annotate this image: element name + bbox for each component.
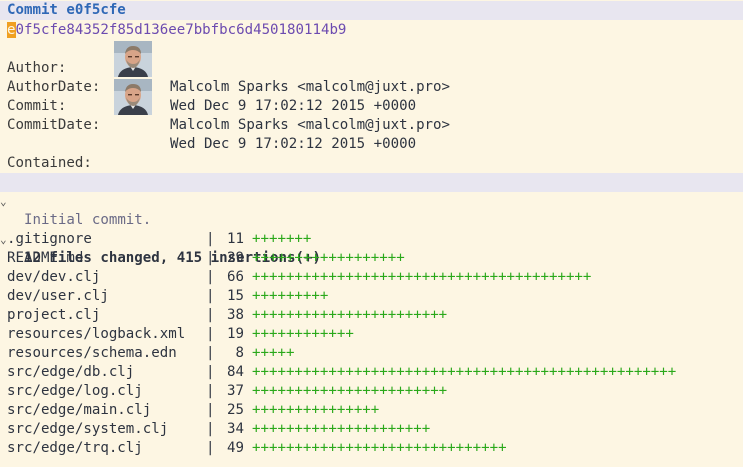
file-name: project.clj xyxy=(7,307,101,323)
file-name: src/edge/db.clj xyxy=(7,364,135,380)
separator: | xyxy=(206,402,215,418)
commit-hash-rest: 0f5cfe84352f85d136ee7bbfbc6d450180114b9 xyxy=(15,22,347,38)
insertion-count: 19 xyxy=(227,326,244,342)
committer-row: Commit: Malcolm Sparks <malcolm@juxt.pro… xyxy=(0,78,743,133)
diffstat-row[interactable]: src/edge/system.clj | 34 ++++++++++++++++++… xyxy=(0,420,743,439)
separator: | xyxy=(206,326,215,342)
insertion-bar: ++++++++++++ xyxy=(252,326,354,342)
separator: | xyxy=(206,288,215,304)
chevron-down-icon[interactable]: ⌄ xyxy=(0,192,7,211)
author-date-row: AuthorDate: Wed Dec 9 17:02:12 2015 +000… xyxy=(0,59,743,114)
commit-date-label: CommitDate: xyxy=(7,117,101,133)
file-name: dev/user.clj xyxy=(7,288,109,304)
diffstat-row[interactable]: src/edge/main.clj | 25 +++++++++++++++ xyxy=(0,401,743,420)
insertion-bar: +++++++++++++++++++++++ xyxy=(252,307,448,323)
diffstat-summary-row[interactable]: ⌄ 12 files changed, 415 insertions(+) xyxy=(0,211,743,266)
insertion-bar: ++++++++++++++++++++++++++++++++++++++++ xyxy=(252,269,592,285)
separator: | xyxy=(206,269,215,285)
separator: | xyxy=(206,307,215,323)
diffstat-row[interactable]: src/edge/log.clj | 37 +++++++++++++++++++++… xyxy=(0,382,743,401)
diffstat-row[interactable]: .gitignore | 11 +++++++ xyxy=(0,230,743,249)
file-name: resources/logback.xml xyxy=(7,326,186,342)
insertion-bar: +++++++++ xyxy=(252,288,329,304)
commit-date-row: CommitDate: Wed Dec 9 17:02:12 2015 +000… xyxy=(0,97,743,152)
separator: | xyxy=(206,231,215,247)
insertion-bar: ++++++++++++++++++ xyxy=(252,250,405,266)
insertion-bar: +++++++ xyxy=(252,231,312,247)
insertion-bar: +++++++++++++++ xyxy=(252,402,380,418)
diffstat-row[interactable]: dev/user.clj | 15 +++++++++ xyxy=(0,287,743,306)
diffstat-row[interactable]: src/edge/trq.clj | 49 +++++++++++++++++++++… xyxy=(0,439,743,458)
insertion-bar: ++++++++++++++++++++++++++++++++++++++++… xyxy=(252,364,677,380)
separator: | xyxy=(206,345,215,361)
insertion-count: 11 xyxy=(227,231,244,247)
insertion-count: 29 xyxy=(227,250,244,266)
diffstat-row[interactable]: README.md | 29 ++++++++++++++++++ xyxy=(0,249,743,268)
insertion-count: 8 xyxy=(235,345,245,361)
contained-row: Contained: master xyxy=(0,135,743,190)
author-avatar xyxy=(114,41,152,77)
diffstat-row[interactable]: project.clj | 38 +++++++++++++++++++++++ xyxy=(0,306,743,325)
diffstat-row[interactable]: resources/schema.edn | 8 +++++ xyxy=(0,344,743,363)
diffstat-row[interactable]: dev/dev.clj | 66 ++++++++++++++++++++++++++… xyxy=(0,268,743,287)
insertion-count: 37 xyxy=(227,383,244,399)
file-name: README.md xyxy=(7,250,84,266)
file-name: resources/schema.edn xyxy=(7,345,177,361)
insertion-bar: +++++++++++++++++++++ xyxy=(252,421,431,437)
insertion-count: 49 xyxy=(227,440,244,456)
file-name: src/edge/log.clj xyxy=(7,383,143,399)
separator: | xyxy=(206,383,215,399)
contained-label: Contained: xyxy=(7,155,92,171)
author-row: Author: Malcolm Sparks <malcolm@juxt.pro… xyxy=(0,40,743,95)
separator: | xyxy=(206,440,215,456)
insertion-count: 25 xyxy=(227,402,244,418)
diffstat-row[interactable]: src/edge/db.clj | 84 ++++++++++++++++++++++… xyxy=(0,363,743,382)
insertion-count: 66 xyxy=(227,269,244,285)
insertion-bar: +++++ xyxy=(252,345,295,361)
committer-value[interactable]: Malcolm Sparks <malcolm@juxt.pro> xyxy=(170,116,450,135)
message-section[interactable]: ⌄ Initial commit. xyxy=(0,173,743,228)
cursor: e xyxy=(7,22,16,38)
diffstat-row[interactable]: resources/logback.xml | 19 ++++++++++++ xyxy=(0,325,743,344)
separator: | xyxy=(206,364,215,380)
insertion-count: 38 xyxy=(227,307,244,323)
insertion-count: 15 xyxy=(227,288,244,304)
committer-avatar xyxy=(114,79,152,115)
file-name: src/edge/main.clj xyxy=(7,402,152,418)
insertion-bar: ++++++++++++++++++++++++++++++ xyxy=(252,440,507,456)
file-name: src/edge/system.clj xyxy=(7,421,169,437)
file-name: .gitignore xyxy=(7,231,92,247)
separator: | xyxy=(206,421,215,437)
commit-hash[interactable]: e0f5cfe84352f85d136ee7bbfbc6d450180114b9 xyxy=(0,21,743,40)
commit-title: Commit e0f5cfe xyxy=(0,1,743,20)
insertion-bar: +++++++++++++++++++++++ xyxy=(252,383,448,399)
file-name: dev/dev.clj xyxy=(7,269,101,285)
insertion-count: 84 xyxy=(227,364,244,380)
file-name: src/edge/trq.clj xyxy=(7,440,143,456)
insertion-count: 34 xyxy=(227,421,244,437)
separator: | xyxy=(206,250,215,266)
